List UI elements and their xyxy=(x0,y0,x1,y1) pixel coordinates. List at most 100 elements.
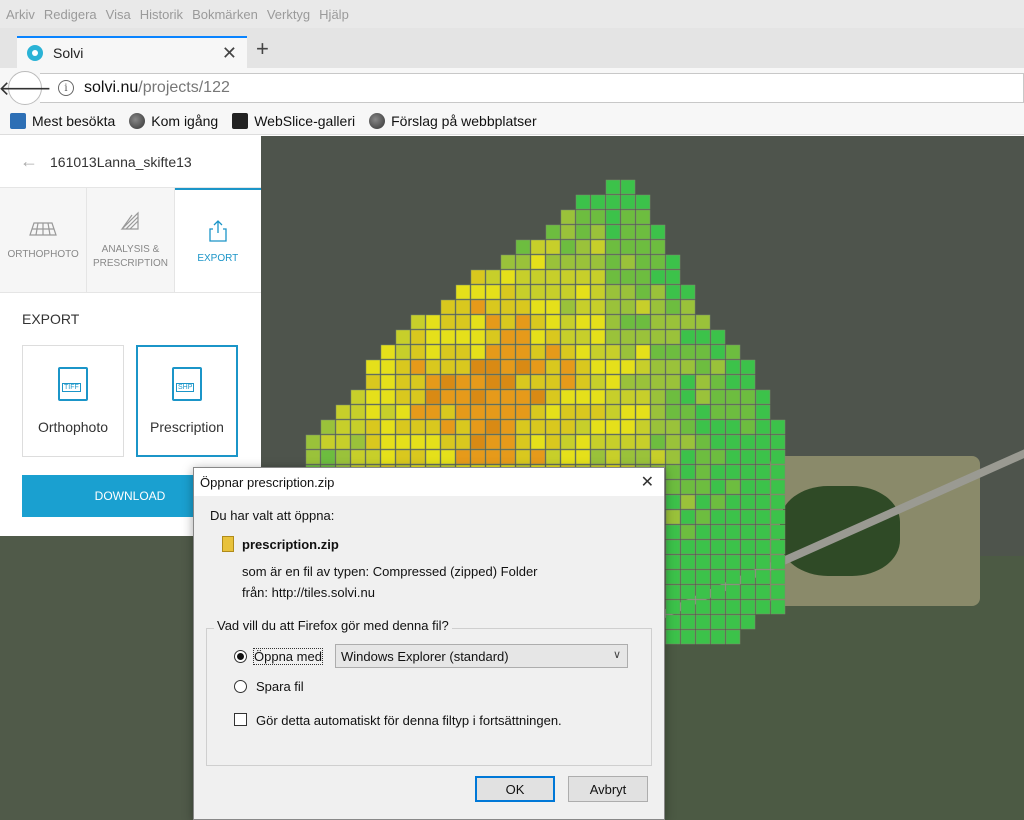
tab-export[interactable]: EXPORT xyxy=(174,188,261,292)
grid-cell xyxy=(320,434,336,450)
grid-cell xyxy=(515,299,531,315)
menu-verktyg[interactable]: Verktyg xyxy=(267,7,310,22)
save-file-label[interactable]: Spara fil xyxy=(256,679,304,694)
menu-arkiv[interactable]: Arkiv xyxy=(6,7,35,22)
grid-cell xyxy=(740,539,756,555)
tab-analysis-prescription[interactable]: ANALYSIS & PRESCRIPTION xyxy=(87,188,175,292)
bookmark-mest-besokta[interactable]: Mest besökta xyxy=(10,113,115,129)
grid-cell xyxy=(425,359,441,375)
menu-historik[interactable]: Historik xyxy=(140,7,183,22)
grid-cell xyxy=(515,419,531,435)
close-icon[interactable]: ✕ xyxy=(641,472,654,492)
grid-cell xyxy=(380,344,396,360)
menu-hjalp[interactable]: Hjälp xyxy=(319,7,349,22)
ok-button[interactable]: OK xyxy=(475,776,555,802)
grid-cell xyxy=(365,374,381,390)
orthophoto-export-card[interactable]: TIFF Orthophoto xyxy=(22,345,124,457)
grid-cell xyxy=(725,584,741,600)
menu-bar: Arkiv Redigera Visa Historik Bokmärken V… xyxy=(0,0,1024,28)
grid-cell xyxy=(575,419,591,435)
grid-cell xyxy=(695,599,711,615)
grid-cell xyxy=(485,329,501,345)
grid-cell xyxy=(500,314,516,330)
grid-cell xyxy=(665,599,681,615)
grid-cell xyxy=(395,374,411,390)
grid-cell xyxy=(725,434,741,450)
grid-cell xyxy=(560,299,576,315)
auto-action-label[interactable]: Gör detta automatiskt för denna filtyp i… xyxy=(256,713,562,728)
grid-cell xyxy=(515,434,531,450)
grid-cell xyxy=(365,389,381,405)
grid-cell xyxy=(680,539,696,555)
open-with-label[interactable]: Öppna med xyxy=(253,648,323,665)
bookmark-forslag[interactable]: Förslag på webbplatser xyxy=(369,113,537,129)
grid-cell xyxy=(590,449,606,465)
grid-cell xyxy=(440,374,456,390)
grid-cell xyxy=(455,299,471,315)
menu-bokmarken[interactable]: Bokmärken xyxy=(192,7,258,22)
grid-cell xyxy=(605,269,621,285)
cancel-button[interactable]: Avbryt xyxy=(568,776,648,802)
url-bar[interactable]: i solvi.nu /projects/122 xyxy=(40,73,1024,103)
grid-cell xyxy=(455,359,471,375)
grid-cell xyxy=(770,494,786,510)
grid-cell xyxy=(530,254,546,270)
grid-cell xyxy=(725,599,741,615)
prescription-export-card[interactable]: SHP Prescription xyxy=(136,345,238,457)
grid-cell xyxy=(470,329,486,345)
grid-cell xyxy=(740,419,756,435)
grid-cell xyxy=(515,254,531,270)
file-source: från: http://tiles.solvi.nu xyxy=(242,585,375,600)
grid-cell xyxy=(725,539,741,555)
grid-cell xyxy=(695,434,711,450)
back-arrow-icon[interactable]: ← xyxy=(20,151,38,172)
menu-redigera[interactable]: Redigera xyxy=(44,7,97,22)
site-info-icon[interactable]: i xyxy=(58,80,74,96)
grid-cell xyxy=(650,269,666,285)
grid-cell xyxy=(560,404,576,420)
bookmark-kom-igang[interactable]: Kom igång xyxy=(129,113,218,129)
grid-cell xyxy=(770,524,786,540)
open-with-radio[interactable] xyxy=(234,650,247,663)
grid-cell xyxy=(770,479,786,495)
grid-cell xyxy=(680,479,696,495)
grid-cell xyxy=(425,419,441,435)
grid-cell xyxy=(680,404,696,420)
tab-orthophoto[interactable]: ORTHOPHOTO xyxy=(0,188,88,292)
grid-cell xyxy=(335,419,351,435)
grid-cell xyxy=(710,584,726,600)
grid-cell xyxy=(680,569,696,585)
bookmark-webslice[interactable]: WebSlice-galleri xyxy=(232,113,355,129)
grid-cell xyxy=(695,539,711,555)
grid-cell xyxy=(740,449,756,465)
grid-cell xyxy=(485,449,501,465)
grid-cell xyxy=(425,434,441,450)
back-button[interactable]: 🡐 xyxy=(0,71,52,105)
globe-icon xyxy=(129,113,146,129)
dialog-intro: Du har valt att öppna: xyxy=(210,508,335,523)
grid-cell xyxy=(590,224,606,240)
open-with-select[interactable]: Windows Explorer (standard) ∨ xyxy=(335,644,628,668)
grid-cell xyxy=(635,359,651,375)
grid-cell xyxy=(380,404,396,420)
grid-cell xyxy=(680,434,696,450)
menu-visa[interactable]: Visa xyxy=(106,7,131,22)
browser-tab[interactable]: Solvi ✕ xyxy=(17,36,247,68)
grid-cell xyxy=(605,224,621,240)
grid-cell xyxy=(770,599,786,615)
auto-action-checkbox[interactable] xyxy=(234,713,247,726)
close-tab-icon[interactable]: ✕ xyxy=(222,43,237,64)
new-tab-button[interactable]: + xyxy=(256,36,269,62)
grid-cell xyxy=(635,209,651,225)
grid-cell xyxy=(680,419,696,435)
grid-cell xyxy=(620,284,636,300)
grid-cell xyxy=(740,569,756,585)
grid-cell xyxy=(755,404,771,420)
grid-cell xyxy=(470,449,486,465)
grid-cell xyxy=(710,389,726,405)
grid-cell xyxy=(665,419,681,435)
grid-cell xyxy=(680,629,696,645)
grid-cell xyxy=(590,434,606,450)
grid-cell xyxy=(755,539,771,555)
save-file-radio[interactable] xyxy=(234,680,247,693)
